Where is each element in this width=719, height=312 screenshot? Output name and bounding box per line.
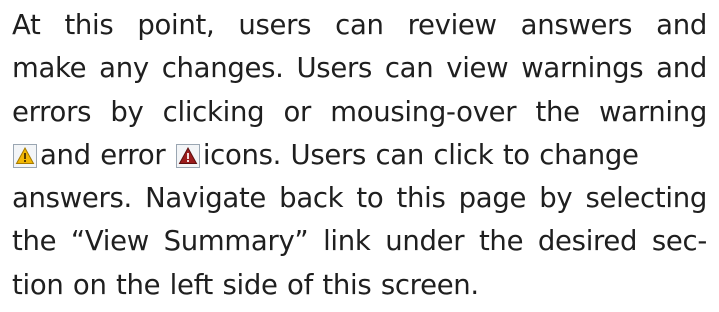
text-line-7: tion on the left side of this screen.	[12, 268, 479, 301]
instruction-paragraph: At this point, users can review answers …	[12, 4, 707, 307]
text-line-6: the “View Summary” link under the desire…	[12, 225, 707, 258]
text-line-4-part-1: and error	[40, 138, 166, 171]
text-line-4: and error icons. Users can click to chan…	[12, 134, 707, 177]
text-line-2: make any changes. Users can view warning…	[12, 52, 707, 85]
text-line-1: At this point, users can review answers …	[12, 9, 707, 41]
error-icon	[175, 143, 200, 168]
text-line-5: answers. Navigate back to this page by s…	[12, 182, 707, 215]
text-line-4-part-2: icons. Users can click to change	[202, 138, 639, 171]
document-page: At this point, users can review answers …	[0, 0, 719, 312]
text-line-3: errors by clicking or mousing-over the w…	[12, 95, 707, 128]
warning-icon	[13, 143, 37, 168]
